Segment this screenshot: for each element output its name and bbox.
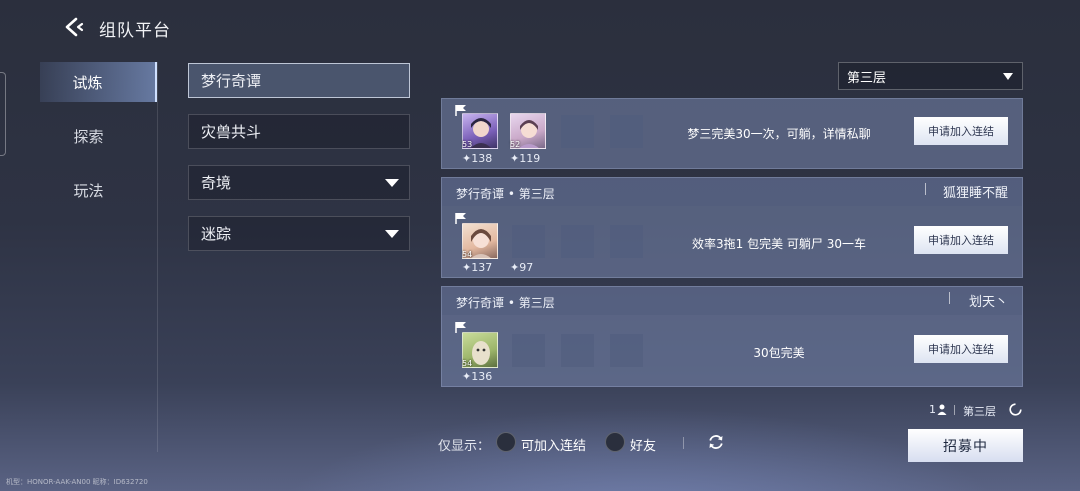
divider	[157, 62, 158, 452]
power-icon: ✦	[510, 152, 520, 165]
team-note: 梦三完美30一次，可躺，详情私聊	[687, 127, 871, 141]
filter-label: 仅显示：	[438, 439, 491, 454]
device-watermark: 机型：HONOR-AAK-AN00 昵称：ID632720	[6, 478, 148, 486]
member-level: 54	[462, 359, 473, 368]
join-link-button[interactable]: 申请加入连结	[914, 335, 1008, 363]
caret-down-icon	[1003, 73, 1013, 80]
team-title: 梦行奇谭 • 第三层	[456, 187, 555, 201]
tab-explore[interactable]: 探索	[40, 116, 157, 156]
status-floor: 第三层	[963, 405, 996, 418]
member-level: 53	[462, 140, 473, 149]
member-level: 52	[510, 140, 521, 149]
divider	[949, 292, 950, 304]
submenu-label: 奇境	[201, 174, 232, 192]
divider	[925, 183, 926, 195]
member-power: ✦119	[510, 152, 541, 165]
team-owner: 划天丶	[968, 295, 1008, 310]
refresh-icon[interactable]	[707, 433, 725, 451]
team-title: 梦行奇谭 • 第三层	[456, 296, 555, 310]
member-power: ✦138	[462, 152, 493, 165]
member-level: 54	[462, 250, 473, 259]
member-power: ✦136	[462, 370, 493, 383]
join-link-button[interactable]: 申请加入连结	[914, 226, 1008, 254]
floor-select-value: 第三层	[847, 70, 887, 86]
empty-slot	[610, 225, 643, 258]
team-card: 梦行奇谭 • 第三层 划天丶 54 ✦136 30包完美 申请加入连结	[441, 286, 1023, 387]
divider	[683, 437, 684, 449]
recruit-button[interactable]: 招募中	[908, 429, 1023, 462]
team-note: 30包完美	[753, 346, 805, 360]
divider	[954, 405, 955, 415]
submenu-dream-tale[interactable]: 梦行奇谭	[188, 63, 410, 98]
join-link-button[interactable]: 申请加入连结	[914, 117, 1008, 145]
back-icon[interactable]	[62, 15, 86, 39]
team-note: 效率3拖1 包完美 可躺尸 30一车	[692, 237, 866, 251]
empty-slot	[512, 225, 545, 258]
power-icon: ✦	[462, 152, 472, 165]
radio-joinable[interactable]	[496, 432, 516, 452]
floor-select[interactable]: 第三层	[838, 62, 1023, 90]
loading-icon	[1009, 403, 1022, 416]
empty-slot	[610, 334, 643, 367]
filter-joinable-label: 可加入连结	[521, 439, 587, 454]
person-icon	[937, 404, 947, 415]
tab-trial[interactable]: 试炼	[40, 62, 157, 102]
caret-down-icon	[385, 179, 399, 187]
side-drawer-handle[interactable]	[0, 72, 6, 156]
team-card: 梦行奇谭 • 第三层 狐狸睡不醒 54 ✦137 ✦97 效率3拖1 包完美 可…	[441, 177, 1023, 278]
submenu-beast-fight[interactable]: 灾兽共斗	[188, 114, 410, 149]
empty-slot	[561, 115, 594, 148]
empty-slot	[610, 115, 643, 148]
page-title: 组队平台	[99, 21, 171, 41]
submenu-wonderland[interactable]: 奇境	[188, 165, 410, 200]
team-owner: 狐狸睡不醒	[942, 186, 1008, 201]
power-icon: ✦	[510, 261, 520, 274]
member-power: ✦137	[462, 261, 493, 274]
radio-friends[interactable]	[605, 432, 625, 452]
empty-slot	[512, 334, 545, 367]
caret-down-icon	[385, 230, 399, 238]
member-power: ✦97	[510, 261, 534, 274]
tab-label: 试炼	[72, 73, 103, 92]
filter-friends-label: 好友	[630, 439, 657, 454]
power-icon: ✦	[462, 261, 472, 274]
submenu-maze[interactable]: 迷踪	[188, 216, 410, 251]
empty-slot	[561, 334, 594, 367]
team-count: 1	[929, 403, 936, 416]
power-icon: ✦	[462, 370, 472, 383]
submenu-label: 灾兽共斗	[201, 123, 262, 141]
tab-label: 探索	[73, 127, 104, 146]
empty-slot	[561, 225, 594, 258]
tab-label: 玩法	[73, 181, 104, 200]
team-card: 53 ✦138 52 ✦119 梦三完美30一次，可躺，详情私聊 申请加入连结	[441, 98, 1023, 169]
team-card-header: 梦行奇谭 • 第三层 狐狸睡不醒	[442, 178, 1022, 206]
tab-gameplay[interactable]: 玩法	[40, 170, 157, 210]
submenu-label: 迷踪	[201, 225, 232, 243]
submenu-label: 梦行奇谭	[201, 72, 262, 90]
team-card-header: 梦行奇谭 • 第三层 划天丶	[442, 287, 1022, 315]
